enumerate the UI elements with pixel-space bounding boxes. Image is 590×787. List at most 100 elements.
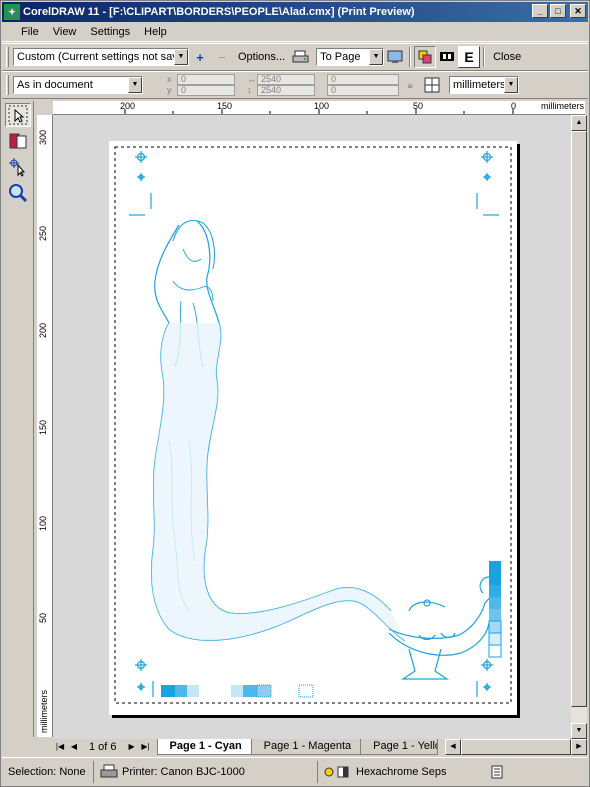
scale-spinners: 0 0 bbox=[327, 74, 399, 96]
last-page-button[interactable]: ▶| bbox=[139, 740, 153, 754]
zoom-combo[interactable]: To Page ▼ bbox=[316, 48, 385, 66]
close-preview-button[interactable]: Close bbox=[488, 46, 526, 68]
menu-bar: File View Settings Help bbox=[2, 23, 588, 42]
menu-settings[interactable]: Settings bbox=[83, 26, 137, 38]
page-info-icon[interactable] bbox=[486, 761, 508, 783]
vertical-ruler[interactable]: 300 250 200 150 100 50 millimeters bbox=[37, 115, 53, 737]
maximize-button[interactable]: □ bbox=[550, 4, 566, 18]
toolbar-grip[interactable] bbox=[6, 47, 9, 67]
title-bar[interactable]: ✦ CorelDRAW 11 - [F:\CLIPART\BORDERS\PEO… bbox=[2, 2, 588, 22]
x-label: x bbox=[167, 74, 172, 84]
full-screen-icon[interactable] bbox=[384, 46, 406, 68]
vertical-scrollbar[interactable]: ▲ ▼ bbox=[571, 115, 587, 739]
tab-page-1-cyan[interactable]: Page 1 - Cyan bbox=[156, 739, 255, 755]
units-value: millimeters bbox=[453, 79, 506, 91]
preview-canvas[interactable] bbox=[53, 115, 571, 739]
tab-page-1-yellow[interactable]: Page 1 - Yellow bbox=[360, 739, 439, 755]
ruler-label: 150 bbox=[217, 101, 233, 111]
ruler-label: 100 bbox=[314, 101, 330, 111]
print-toolbar: Custom (Current settings not saved) ▼ + … bbox=[2, 43, 588, 71]
options-button[interactable]: Options... bbox=[233, 46, 290, 68]
tile-icon[interactable] bbox=[421, 74, 443, 96]
printer-status[interactable]: Printer: Canon BJC-1000 bbox=[94, 760, 318, 783]
cyan-separation-artwork bbox=[114, 146, 512, 704]
print-icon[interactable] bbox=[290, 46, 312, 68]
page-counter: 1 of 6 bbox=[89, 741, 117, 753]
toolbar-grip[interactable] bbox=[6, 75, 9, 95]
close-window-button[interactable]: ✕ bbox=[570, 4, 586, 18]
position-combo[interactable]: As in document ▼ bbox=[13, 76, 143, 94]
hscroll-thumb[interactable] bbox=[461, 739, 571, 755]
units-combo[interactable]: millimeters ▼ bbox=[449, 76, 519, 94]
printer-icon bbox=[100, 764, 118, 777]
window-title: CorelDRAW 11 - [F:\CLIPART\BORDERS\PEOPL… bbox=[23, 6, 415, 18]
height-arrow-icon: ↕ bbox=[247, 85, 252, 95]
enable-separations-icon[interactable] bbox=[414, 46, 437, 68]
toolbar-separator bbox=[409, 47, 412, 67]
registration-mark-icon bbox=[135, 151, 147, 163]
scroll-left-button[interactable]: ◀ bbox=[445, 739, 461, 755]
corel-icon[interactable]: ✦ bbox=[4, 4, 20, 20]
y-label: y bbox=[167, 85, 172, 95]
next-page-button[interactable]: ▶ bbox=[125, 740, 139, 754]
ruler-unit-label: millimeters bbox=[39, 689, 49, 733]
marks-placement-tool-icon[interactable] bbox=[5, 155, 31, 179]
minimize-button[interactable]: _ bbox=[532, 4, 548, 18]
menu-view[interactable]: View bbox=[46, 26, 84, 38]
preview-page[interactable] bbox=[109, 141, 517, 715]
width-arrow-icon: ↔ bbox=[247, 74, 256, 84]
chevron-down-icon[interactable]: ▼ bbox=[504, 77, 518, 93]
status-bar: Selection: None Printer: Canon BJC-1000 … bbox=[2, 757, 588, 785]
chevron-down-icon[interactable]: ▼ bbox=[174, 49, 188, 65]
ruler-corner[interactable] bbox=[37, 101, 53, 115]
prev-page-button[interactable]: ◀ bbox=[67, 740, 81, 754]
first-page-button[interactable]: |◀ bbox=[53, 740, 67, 754]
position-spinners: x0 y0 bbox=[167, 74, 235, 96]
ruler-label: 200 bbox=[38, 322, 48, 338]
scroll-thumb[interactable] bbox=[571, 131, 587, 707]
horizontal-scrollbar[interactable]: ◀ ▶ bbox=[445, 739, 587, 755]
ruler-label: 50 bbox=[38, 612, 48, 623]
lamp-artwork bbox=[388, 576, 495, 680]
invert-icon[interactable] bbox=[436, 46, 458, 68]
printer-name: Printer: Canon BJC-1000 bbox=[122, 765, 245, 778]
scroll-up-button[interactable]: ▲ bbox=[571, 115, 587, 131]
chevron-down-icon[interactable]: ▼ bbox=[369, 49, 384, 65]
pick-tool-icon[interactable] bbox=[5, 103, 31, 127]
height-input[interactable]: 2540 bbox=[257, 85, 315, 96]
zoom-value: To Page bbox=[320, 51, 361, 63]
zoom-tool-icon[interactable] bbox=[5, 181, 31, 205]
scroll-down-button[interactable]: ▼ bbox=[571, 723, 587, 739]
scale-y-input[interactable]: 0 bbox=[327, 85, 399, 96]
chevron-down-icon[interactable]: ▼ bbox=[128, 77, 142, 93]
ruler-unit-label: millimeters bbox=[541, 101, 585, 111]
ruler-label: 300 bbox=[38, 129, 48, 145]
separations-label: Hexachrome Seps bbox=[356, 765, 447, 778]
toolbar-separator bbox=[483, 47, 486, 67]
scroll-right-button[interactable]: ▶ bbox=[571, 739, 587, 755]
selection-status: Selection: None bbox=[2, 760, 94, 783]
width-input[interactable]: 2540 bbox=[257, 74, 315, 85]
property-toolbar: As in document ▼ x0 y0 ↔ 2540 ↕ 2540 0 0 🔒… bbox=[2, 71, 588, 99]
horizontal-ruler[interactable]: 200 150 100 50 0 millimeters bbox=[53, 101, 585, 115]
ruler-label: 100 bbox=[38, 515, 48, 531]
app-window: ✦ CorelDRAW 11 - [F:\CLIPART\BORDERS\PEO… bbox=[0, 0, 590, 787]
scale-x-input[interactable]: 0 bbox=[327, 74, 399, 85]
size-spinners: ↔ 2540 ↕ 2540 bbox=[247, 74, 315, 96]
emulsion-down-button[interactable]: E bbox=[458, 46, 481, 68]
position-value: As in document bbox=[17, 79, 93, 91]
x-input[interactable]: 0 bbox=[177, 74, 235, 85]
menu-file[interactable]: File bbox=[14, 26, 46, 38]
toolbox bbox=[2, 101, 34, 737]
imposition-tool-icon[interactable] bbox=[5, 129, 31, 153]
print-style-combo[interactable]: Custom (Current settings not saved) ▼ bbox=[13, 48, 189, 66]
menu-help[interactable]: Help bbox=[137, 26, 174, 38]
tab-page-1-magenta[interactable]: Page 1 - Magenta bbox=[250, 739, 365, 755]
lock-icon[interactable]: 🔒︎ bbox=[399, 74, 421, 96]
add-style-button[interactable]: + bbox=[189, 46, 211, 68]
separations-status[interactable]: Hexachrome Seps bbox=[318, 761, 474, 783]
print-style-value: Custom (Current settings not saved) bbox=[17, 51, 189, 63]
remove-style-button[interactable]: − bbox=[211, 46, 233, 68]
y-input[interactable]: 0 bbox=[177, 85, 235, 96]
ruler-label: 200 bbox=[120, 101, 136, 111]
